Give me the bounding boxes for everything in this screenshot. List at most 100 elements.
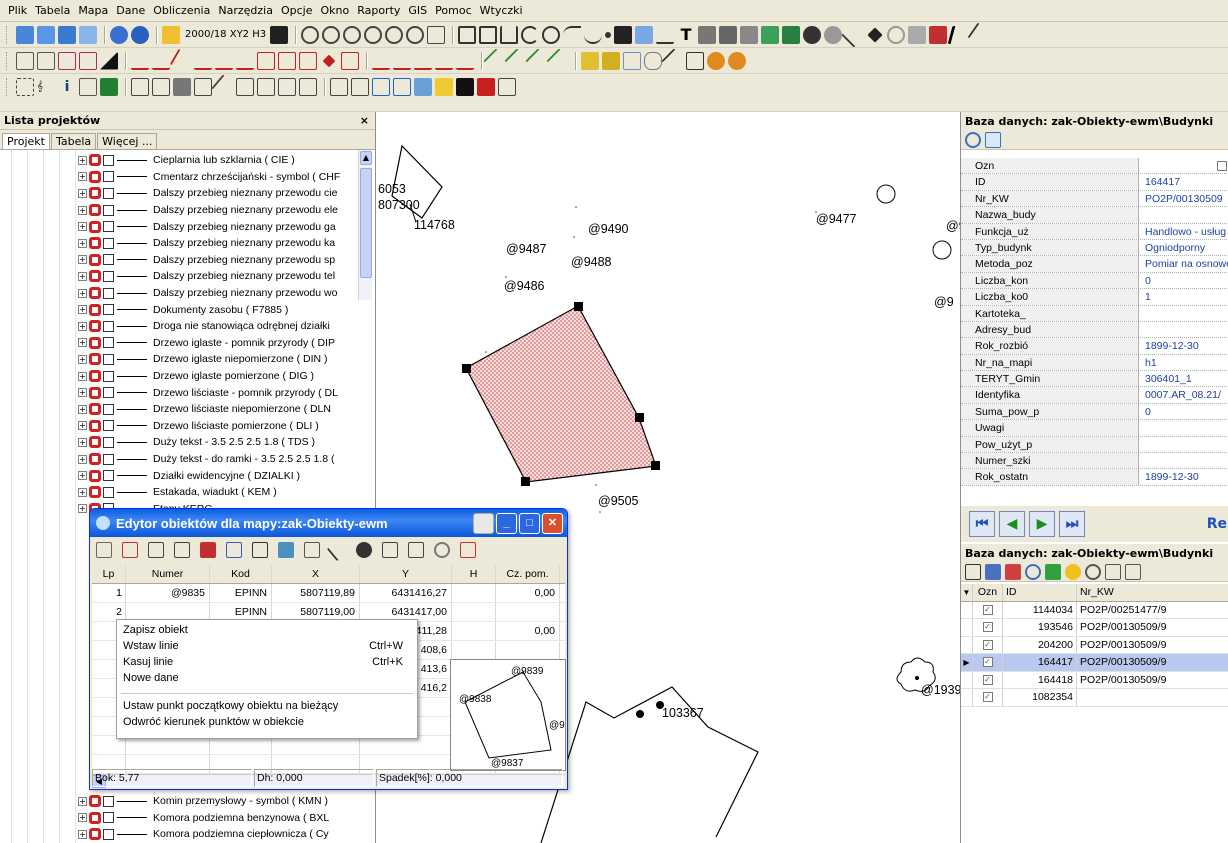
- parallel-icon[interactable]: [169, 48, 195, 73]
- attribute-row[interactable]: TERYT_Gmin 306401_1: [961, 371, 1228, 388]
- expand-icon[interactable]: +: [78, 437, 87, 447]
- marker-icon[interactable]: [477, 78, 495, 96]
- expand-icon[interactable]: +: [78, 172, 87, 182]
- menu-dane[interactable]: Dane: [112, 4, 149, 17]
- perpendicular-icon[interactable]: [131, 52, 149, 70]
- attribute-row[interactable]: Funkcja_uż Handlowo - usług: [961, 223, 1228, 240]
- visibility-icon[interactable]: [89, 811, 101, 824]
- column-header-x[interactable]: X: [272, 565, 360, 583]
- txt-import-icon[interactable]: [382, 542, 398, 558]
- layer-item[interactable]: + Drzewo liściaste - pomnik przyrody ( DL: [78, 384, 341, 401]
- row-checkbox-cell[interactable]: ✓: [973, 654, 1003, 671]
- eraser-icon[interactable]: [644, 51, 662, 70]
- expand-icon[interactable]: +: [78, 813, 87, 823]
- draw-spline-icon[interactable]: [584, 26, 603, 44]
- menu-pomoc[interactable]: Pomoc: [431, 4, 475, 17]
- attribute-row[interactable]: Rok_rozbió 1899-12-30: [961, 338, 1228, 355]
- object-preview[interactable]: @9839 @9838 @9837 @9: [450, 659, 566, 771]
- layer-checkbox[interactable]: [103, 304, 114, 316]
- export-icon[interactable]: [372, 78, 390, 96]
- fill-lines-icon[interactable]: [79, 51, 97, 70]
- perpendicular-2-icon[interactable]: [152, 52, 170, 70]
- zoom-window-icon[interactable]: [343, 25, 362, 44]
- attribute-row[interactable]: Rok_ostatn 1899-12-30: [961, 469, 1228, 486]
- text-edit-icon[interactable]: [740, 25, 759, 44]
- visibility-icon[interactable]: [89, 795, 101, 808]
- layer-checkbox[interactable]: [103, 237, 114, 249]
- visibility-icon[interactable]: [89, 320, 101, 333]
- menu-wtyczki[interactable]: Wtyczki: [476, 4, 527, 17]
- visibility-icon[interactable]: [89, 386, 101, 399]
- select-arrow-icon[interactable]: [299, 78, 317, 96]
- point-row[interactable]: 1 @9835 EPINN 5807119,89 6431416,27 0,00: [92, 584, 565, 603]
- open-map-icon[interactable]: [37, 25, 55, 44]
- attribute-value[interactable]: [1139, 207, 1228, 222]
- attribute-value[interactable]: Handlowo - usług: [1139, 224, 1228, 239]
- split-line-icon[interactable]: [435, 52, 453, 70]
- zoom-next-icon[interactable]: [406, 25, 425, 44]
- expand-icon[interactable]: +: [78, 421, 87, 431]
- attribute-value[interactable]: [1139, 420, 1228, 435]
- help-icon[interactable]: [162, 25, 180, 44]
- triangle-fill-icon[interactable]: [100, 51, 118, 70]
- wms-icon[interactable]: [635, 25, 654, 44]
- expand-icon[interactable]: +: [78, 238, 87, 248]
- tab-wiecej[interactable]: Więcej ...: [97, 133, 158, 149]
- column-header-nrkw[interactable]: Nr_KW: [1077, 584, 1228, 601]
- join-line-icon[interactable]: [456, 52, 474, 70]
- restore-icon[interactable]: [473, 512, 494, 534]
- measure-icon[interactable]: [824, 25, 843, 44]
- visibility-icon[interactable]: [89, 828, 101, 841]
- menu-item[interactable]: Wstaw linie Ctrl+W: [117, 640, 417, 656]
- visibility-icon[interactable]: [89, 237, 101, 250]
- undo-icon[interactable]: [110, 25, 128, 44]
- extend-line-icon[interactable]: [372, 52, 390, 70]
- attribute-row[interactable]: Adresy_bud: [961, 321, 1228, 339]
- layer-item[interactable]: + Dalszy przebieg nieznany przewodu sp: [78, 252, 341, 269]
- visibility-icon[interactable]: [89, 154, 101, 167]
- attribute-row[interactable]: Pow_użyt_p: [961, 436, 1228, 454]
- table-row[interactable]: ✓ 164418 PO2P/00130509/9: [961, 671, 1228, 689]
- layer-checkbox[interactable]: [103, 436, 114, 448]
- column-header-h[interactable]: H: [452, 565, 496, 583]
- layer-item[interactable]: + Dalszy przebieg nieznany przewodu ka: [78, 235, 341, 252]
- expand-icon[interactable]: +: [78, 188, 87, 198]
- attribute-value[interactable]: 1899-12-30: [1139, 338, 1228, 353]
- visibility-icon[interactable]: [89, 270, 101, 283]
- layer-item[interactable]: + Komora podziemna ciepłownicza ( Cy: [78, 826, 341, 843]
- cell-cz[interactable]: [496, 603, 560, 621]
- print-record-icon[interactable]: [1105, 563, 1121, 580]
- layer-checkbox[interactable]: [103, 287, 114, 299]
- column-header-id[interactable]: ID: [1003, 584, 1077, 601]
- row-checkbox[interactable]: ✓: [982, 622, 993, 633]
- layer-item[interactable]: + Dalszy przebieg nieznany przewodu wo: [78, 285, 341, 302]
- query-icon[interactable]: [351, 78, 369, 96]
- draw-arc-icon[interactable]: [521, 25, 540, 44]
- layer-checkbox[interactable]: [103, 221, 114, 233]
- menu-tabela[interactable]: Tabela: [31, 4, 74, 17]
- angle-icon[interactable]: [194, 52, 212, 70]
- print-icon[interactable]: [131, 78, 149, 96]
- menu-item[interactable]: Kasuj linie Ctrl+K: [117, 656, 417, 672]
- layer-item[interactable]: + Drzewo liściaste pomierzone ( DLI ): [78, 418, 341, 435]
- draw-polyline-icon[interactable]: [458, 25, 477, 44]
- dimension-icon[interactable]: [656, 26, 675, 44]
- layer-item[interactable]: + Drzewo iglaste pomierzone ( DIG ): [78, 368, 341, 385]
- polyline-m-icon[interactable]: [58, 51, 76, 70]
- import-icon[interactable]: [393, 78, 411, 96]
- attribute-row[interactable]: Liczba_ko0 1: [961, 289, 1228, 306]
- attribute-row[interactable]: Liczba_kon 0: [961, 272, 1228, 290]
- attribute-value[interactable]: Ogniodporny: [1139, 240, 1228, 255]
- zoom-record-icon[interactable]: [1085, 563, 1101, 580]
- close-icon[interactable]: ×: [360, 114, 369, 127]
- image-icon[interactable]: [782, 25, 801, 44]
- attribute-value[interactable]: 0: [1139, 404, 1228, 419]
- layer-checkbox[interactable]: [103, 403, 114, 415]
- delete-object-icon[interactable]: [200, 542, 216, 558]
- gps-icon[interactable]: [414, 78, 432, 96]
- snap-icon[interactable]: [867, 26, 883, 43]
- script-icon[interactable]: [330, 78, 348, 96]
- visibility-icon[interactable]: [89, 486, 101, 499]
- zoom-all-icon[interactable]: [364, 25, 383, 44]
- expand-icon[interactable]: +: [78, 354, 87, 364]
